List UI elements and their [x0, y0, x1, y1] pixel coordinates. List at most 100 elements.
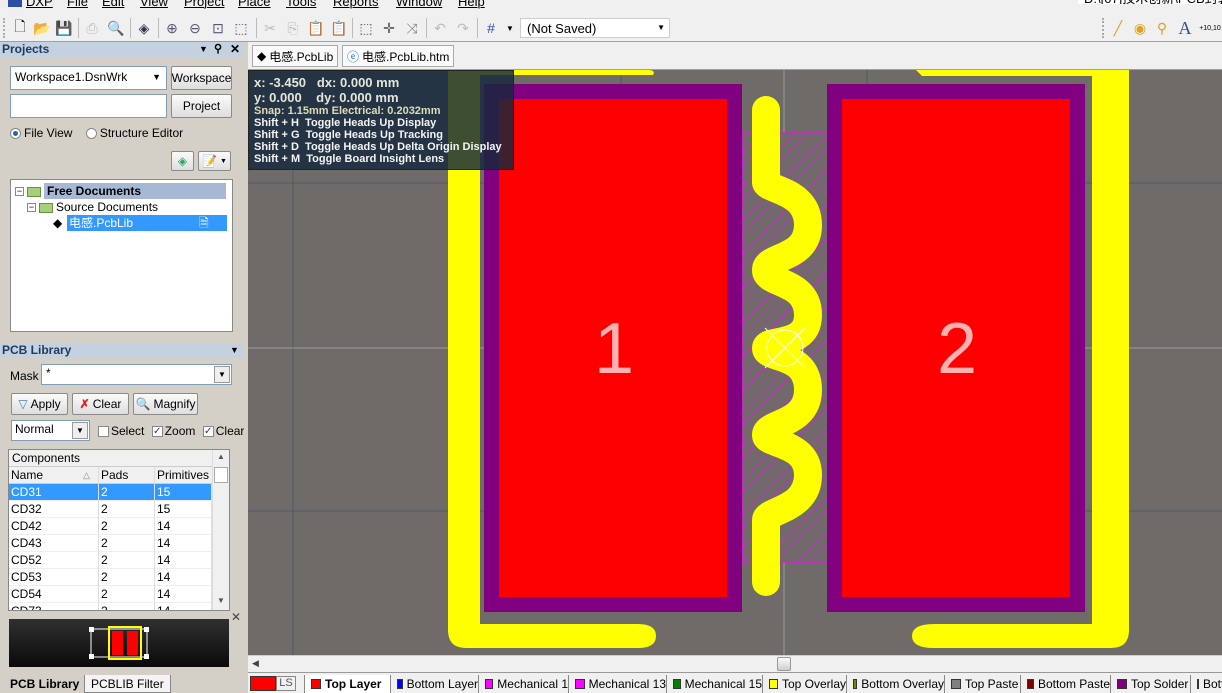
column-header-name[interactable]: Name △ [9, 467, 99, 484]
scrollbar-thumb[interactable] [777, 657, 791, 671]
text-icon[interactable]: A [1175, 18, 1195, 38]
menu-dxp[interactable]: DXP [26, 0, 53, 9]
pin-icon[interactable]: ⚲ [214, 42, 222, 57]
column-header-primitives[interactable]: Primitives [155, 467, 212, 484]
magnify-button[interactable]: 🔍 Magnify [133, 393, 198, 415]
save-icon[interactable]: 💾 [54, 18, 74, 38]
zoom-area-icon[interactable]: ⬚ [231, 18, 251, 38]
layer-tab[interactable]: Bottom Solder [1190, 675, 1222, 693]
layer-tab[interactable]: Top Solder [1110, 675, 1190, 693]
table-row[interactable]: CD43 2 14 [9, 535, 212, 552]
tree-item-source-documents[interactable]: − Source Documents [27, 199, 229, 215]
grid-icon[interactable]: # [481, 18, 501, 38]
components-scrollbar[interactable]: ▲ ▼ [212, 450, 229, 610]
menu-view[interactable]: View [140, 0, 168, 9]
compile-button[interactable]: ◈ [171, 151, 194, 171]
canvas-horizontal-scrollbar[interactable]: ◀ [248, 655, 1222, 672]
menu-tools[interactable]: Tools [286, 0, 316, 9]
panel-menu-icon[interactable]: ▼ [230, 343, 239, 358]
chevron-down-icon[interactable]: ▼ [214, 366, 230, 383]
layer-tab[interactable]: Mechanical 15 [666, 675, 762, 693]
scroll-left-icon[interactable]: ◀ [252, 658, 259, 669]
menu-place[interactable]: Place [238, 0, 271, 9]
chevron-down-icon[interactable]: ▼ [72, 422, 88, 439]
current-layer-color[interactable] [250, 676, 276, 691]
layer-tab[interactable]: Bottom Layer [390, 675, 478, 693]
new-file-icon[interactable]: 🗋 [10, 18, 30, 38]
pad-icon[interactable]: ◉ [1130, 18, 1150, 38]
layer-tab[interactable]: Top Paste [944, 675, 1020, 693]
undo-icon[interactable]: ↶ [430, 18, 450, 38]
scroll-up-icon[interactable]: ▲ [217, 452, 225, 461]
zoom-in-icon[interactable]: ⊕ [162, 18, 182, 38]
open-folder-icon[interactable]: 📂 [32, 18, 52, 38]
radio-file-view[interactable]: File View [10, 126, 72, 140]
collapse-preview-icon[interactable]: ✕ [231, 610, 241, 624]
menu-window[interactable]: Window [396, 0, 442, 9]
tab-pcblib-filter[interactable]: PCBLIB Filter [84, 675, 171, 693]
collapse-icon[interactable]: − [27, 203, 36, 213]
table-row[interactable]: CD52 2 14 [9, 552, 212, 569]
tab-pcb-library[interactable]: PCB Library [4, 675, 86, 693]
layer-tab[interactable]: Mechanical 1 [478, 675, 568, 693]
menu-help[interactable]: Help [458, 0, 485, 9]
mode-select[interactable]: Normal ▼ [11, 420, 90, 441]
zoom-fit-icon[interactable]: ⊡ [208, 18, 228, 38]
close-icon[interactable]: ✕ [230, 42, 240, 57]
checkbox-zoom[interactable]: ✓ Zoom [151, 424, 195, 438]
print-icon[interactable]: ⎙ [82, 18, 102, 38]
layer-tab[interactable]: Bottom Overlay [846, 675, 944, 693]
pcb-canvas[interactable]: 1 2 x: -3.450 dx: 0.000 mm y: 0.000 dy: … [248, 70, 1222, 655]
table-row[interactable]: CD54 2 14 [9, 586, 212, 603]
tree-item-pcblib[interactable]: ◆ 电感.PcbLib 🗎 [53, 215, 229, 231]
cut-icon[interactable]: ✂ [260, 18, 280, 38]
tree-item-free-documents[interactable]: − Free Documents [15, 183, 229, 199]
layer-tab[interactable]: Top Layer [304, 675, 390, 693]
collapse-icon[interactable]: − [15, 187, 24, 197]
workspace-select[interactable]: Workspace1.DsnWrk ▼ [10, 66, 167, 90]
tab-pcblib-htm[interactable]: ⓔ 电感.PcbLib.htm [342, 45, 455, 67]
column-header-pads[interactable]: Pads [99, 467, 155, 484]
menu-project[interactable]: Project [184, 0, 224, 9]
table-row[interactable]: CD32 2 15 [9, 501, 212, 518]
table-row[interactable]: CD53 2 14 [9, 569, 212, 586]
project-field[interactable] [10, 94, 167, 118]
workspace-button[interactable]: Workspace [171, 66, 232, 90]
project-options-button[interactable]: 📝 ▼ [198, 151, 231, 171]
menu-file[interactable]: File [67, 0, 88, 9]
scrollbar-thumb[interactable] [214, 467, 228, 483]
toolbar-grip-right[interactable] [1102, 18, 1105, 38]
checkbox-clear-existing[interactable]: ✓Clear Existing [202, 424, 244, 438]
radio-structure-editor[interactable]: Structure Editor [85, 126, 183, 140]
move-icon[interactable]: ✛ [379, 18, 399, 38]
tab-pcblib[interactable]: ◆ 电感.PcbLib [252, 45, 339, 67]
via-icon[interactable]: ⚲ [1152, 18, 1172, 38]
table-row[interactable]: CD42 2 14 [9, 518, 212, 535]
variant-select[interactable]: (Not Saved) ▼ [520, 18, 670, 38]
3d-view-icon[interactable]: ◈ [134, 18, 154, 38]
layer-tab[interactable]: Top Overlay [762, 675, 846, 693]
grid-dropdown-icon[interactable]: ▼ [500, 18, 520, 38]
scroll-down-icon[interactable]: ▼ [217, 596, 225, 605]
deselect-icon[interactable]: ⤨ [402, 18, 422, 38]
panel-menu-icon[interactable]: ▼ [199, 42, 208, 57]
layer-tab[interactable]: Bottom Paste [1020, 675, 1110, 693]
table-row[interactable]: CD31 2 15 [9, 484, 212, 501]
menu-edit[interactable]: Edit [102, 0, 124, 9]
mask-input[interactable]: * ▼ [41, 364, 232, 385]
project-button[interactable]: Project [171, 94, 232, 118]
layer-tab[interactable]: Mechanical 13 [568, 675, 666, 693]
menu-reports[interactable]: Reports [333, 0, 379, 9]
paste-icon[interactable]: 📋 [306, 18, 326, 38]
copy-icon[interactable]: ⎘ [283, 18, 303, 38]
zoom-out-icon[interactable]: ⊖ [185, 18, 205, 38]
coordinate-icon[interactable]: +10,10 [1198, 18, 1222, 38]
select-area-icon[interactable]: ⬚ [356, 18, 376, 38]
layer-set-button[interactable]: LS [276, 676, 296, 691]
clear-button[interactable]: ✗ Clear [72, 393, 129, 415]
redo-icon[interactable]: ↷ [453, 18, 473, 38]
toolbar-grip[interactable] [3, 18, 6, 38]
paste-special-icon[interactable]: 📋 [329, 18, 349, 38]
checkbox-select[interactable]: Select [98, 424, 144, 438]
print-preview-icon[interactable]: 🔍 [106, 18, 126, 38]
